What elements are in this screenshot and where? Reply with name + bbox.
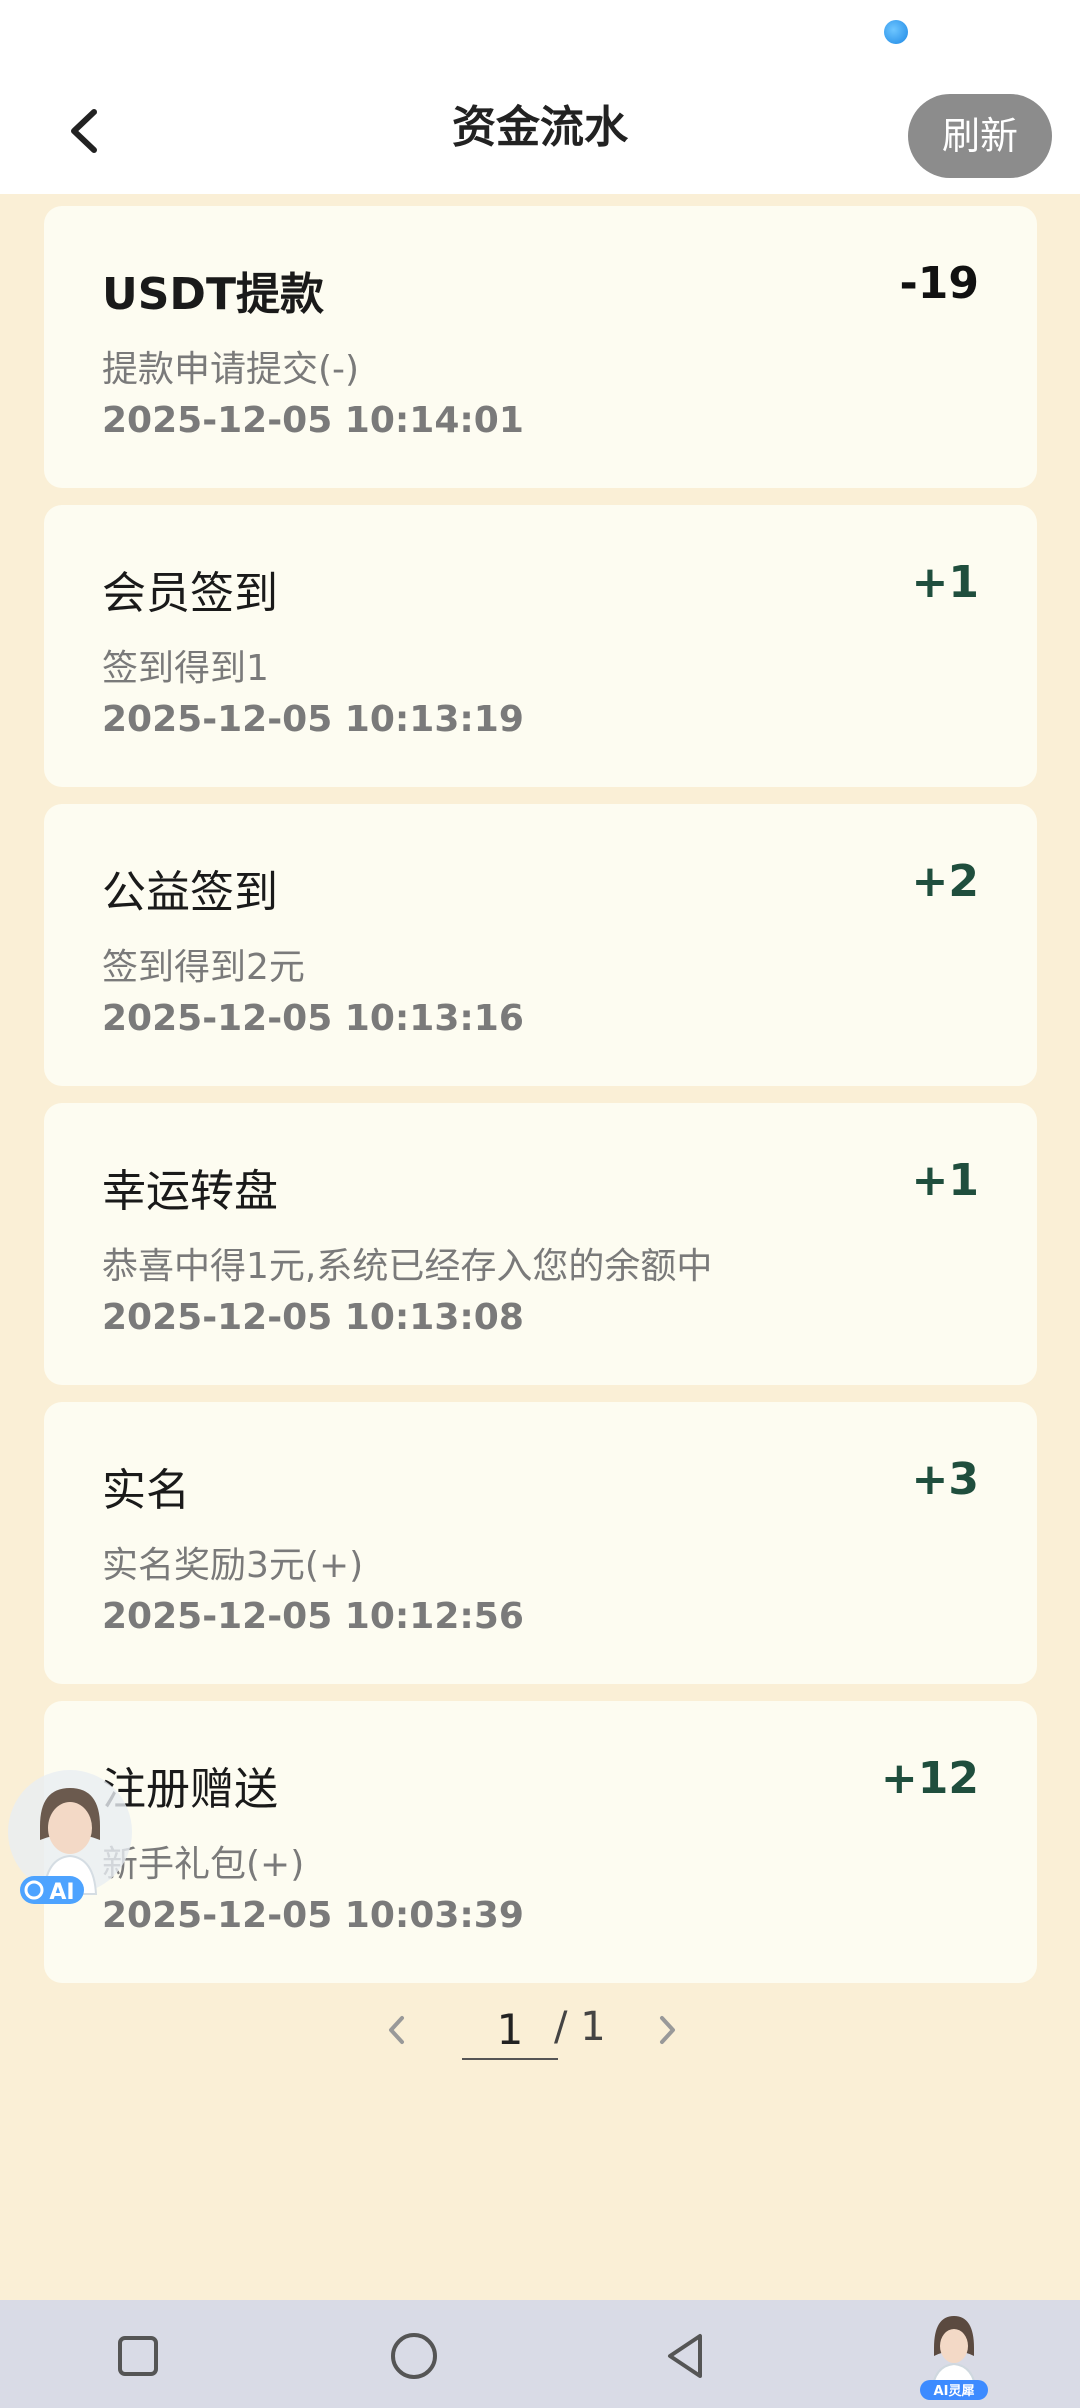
transaction-time: 2025-12-05 10:13:16 bbox=[102, 998, 524, 1039]
ai-assistant-float-button[interactable]: AI bbox=[6, 1766, 134, 1916]
transaction-list: USDT提款 -19 提款申请提交(-) 2025-12-05 10:14:01… bbox=[44, 206, 1037, 2000]
transaction-card[interactable]: 公益签到 +2 签到得到2元 2025-12-05 10:13:16 bbox=[44, 804, 1037, 1086]
transaction-amount: +1 bbox=[911, 1155, 979, 1206]
app-header: 资金流水 刷新 bbox=[0, 66, 1080, 194]
transaction-title: 幸运转盘 bbox=[102, 1166, 278, 1217]
transaction-amount: +12 bbox=[880, 1753, 979, 1804]
transaction-time: 2025-12-05 10:14:01 bbox=[102, 400, 524, 441]
transaction-amount: +2 bbox=[911, 856, 979, 907]
chevron-left-icon bbox=[389, 2016, 404, 2044]
prev-page-button[interactable] bbox=[382, 2010, 412, 2050]
transaction-card[interactable]: 会员签到 +1 签到得到1 2025-12-05 10:13:19 bbox=[44, 505, 1037, 787]
ai-avatar-icon: AI灵犀 bbox=[920, 2316, 988, 2400]
ai-nav-label: AI灵犀 bbox=[934, 2384, 975, 2399]
transaction-time: 2025-12-05 10:13:08 bbox=[102, 1297, 524, 1338]
transaction-time: 2025-12-05 10:03:39 bbox=[102, 1895, 524, 1936]
transaction-time: 2025-12-05 10:12:56 bbox=[102, 1596, 524, 1637]
transaction-card[interactable]: 幸运转盘 +1 恭喜中得1元,系统已经存入您的余额中 2025-12-05 10… bbox=[44, 1103, 1037, 1385]
recent-apps-button[interactable] bbox=[106, 2324, 170, 2388]
transaction-card[interactable]: 注册赠送 +12 新手礼包(+) 2025-12-05 10:03:39 bbox=[44, 1701, 1037, 1983]
system-navigation-bar: AI灵犀 bbox=[0, 2300, 1080, 2408]
transaction-amount: -19 bbox=[899, 258, 980, 309]
transaction-description: 恭喜中得1元,系统已经存入您的余额中 bbox=[102, 1246, 713, 1287]
ai-assistant-nav-button[interactable]: AI灵犀 bbox=[914, 2306, 994, 2402]
square-icon bbox=[118, 2336, 158, 2376]
transaction-description: 实名奖励3元(+) bbox=[102, 1545, 364, 1586]
transaction-time: 2025-12-05 10:13:19 bbox=[102, 699, 524, 740]
page-total: / 1 bbox=[554, 2004, 606, 2050]
transaction-card[interactable]: USDT提款 -19 提款申请提交(-) 2025-12-05 10:14:01 bbox=[44, 206, 1037, 488]
ai-badge-label: AI bbox=[49, 1880, 74, 1905]
transaction-description: 签到得到2元 bbox=[102, 947, 305, 988]
transaction-description: 提款申请提交(-) bbox=[102, 349, 360, 390]
transaction-card[interactable]: 实名 +3 实名奖励3元(+) 2025-12-05 10:12:56 bbox=[44, 1402, 1037, 1684]
triangle-back-icon bbox=[668, 2334, 702, 2378]
transaction-description: 签到得到1 bbox=[102, 648, 269, 689]
back-nav-button[interactable] bbox=[656, 2324, 720, 2388]
refresh-button[interactable]: 刷新 bbox=[908, 94, 1052, 178]
transaction-amount: +3 bbox=[911, 1454, 979, 1505]
transaction-amount: +1 bbox=[911, 557, 979, 608]
ai-avatar-icon: AI bbox=[8, 1770, 132, 1905]
transaction-title: 公益签到 bbox=[102, 867, 278, 918]
chevron-right-icon bbox=[660, 2016, 675, 2044]
transaction-title: 实名 bbox=[102, 1465, 190, 1516]
circle-icon bbox=[391, 2333, 437, 2379]
next-page-button[interactable] bbox=[652, 2010, 682, 2050]
transaction-title: 会员签到 bbox=[102, 568, 278, 619]
page-number-input[interactable] bbox=[462, 2000, 558, 2060]
pagination: / 1 bbox=[0, 2000, 1080, 2064]
transaction-title: USDT提款 bbox=[102, 269, 324, 320]
status-bar bbox=[0, 0, 1080, 66]
home-button[interactable] bbox=[382, 2324, 446, 2388]
globe-status-icon bbox=[884, 20, 908, 44]
